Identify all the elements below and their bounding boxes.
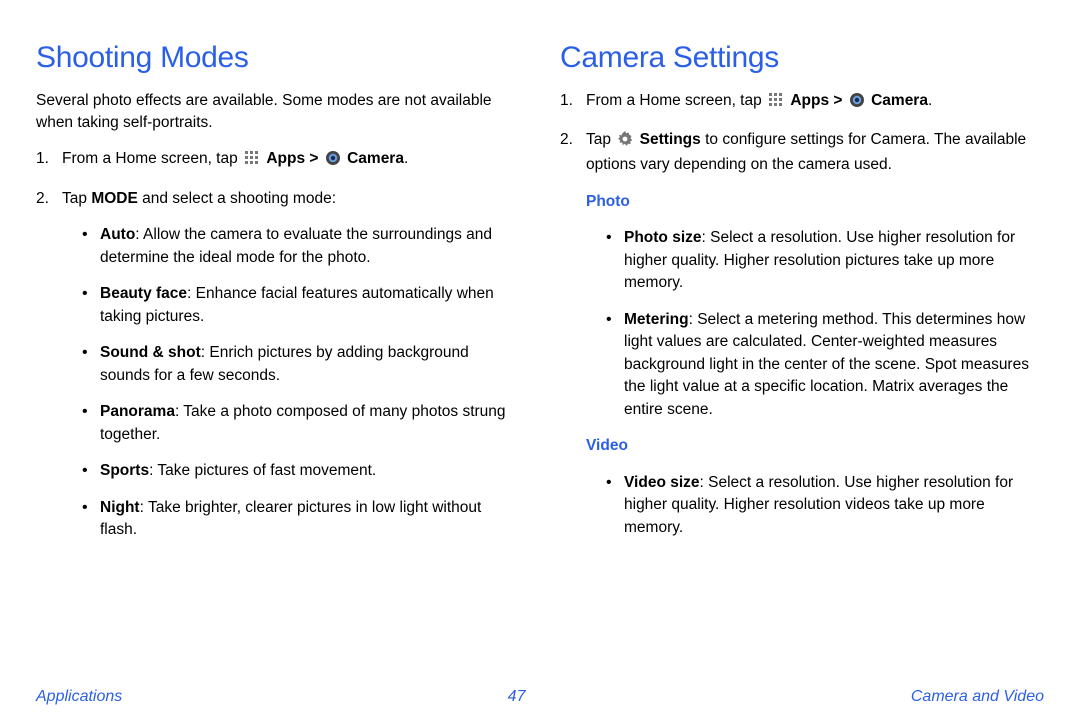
camera-label: Camera — [871, 92, 928, 109]
mode-desc: : Allow the camera to evaluate the surro… — [100, 226, 492, 265]
list-item: Auto: Allow the camera to evaluate the s… — [82, 224, 520, 269]
mode-name: Panorama — [100, 403, 175, 420]
footer-right: Camera and Video — [911, 688, 1044, 706]
mode-desc: : Take brighter, clearer pictures in low… — [100, 499, 481, 538]
intro-text: Several photo effects are available. Som… — [36, 90, 520, 135]
mode-name: Sports — [100, 462, 149, 479]
list-item: Sports: Take pictures of fast movement. — [82, 460, 520, 482]
footer: Applications 47 Camera and Video — [0, 688, 1080, 706]
item-name: Photo size — [624, 229, 702, 246]
heading-camera-settings: Camera Settings — [560, 36, 1044, 80]
step-2: Tap MODE and select a shooting mode: Aut… — [36, 188, 520, 542]
settings-label: Settings — [640, 131, 701, 148]
list-item: Photo size: Select a resolution. Use hig… — [606, 227, 1044, 294]
page-content: Shooting Modes Several photo effects are… — [0, 0, 1080, 680]
apps-grid-icon — [244, 150, 260, 173]
step1-prefix: From a Home screen, tap — [62, 150, 242, 167]
subhead-video: Video — [560, 435, 1044, 457]
list-item: Sound & shot: Enrich pictures by adding … — [82, 342, 520, 387]
camera-icon — [325, 150, 341, 173]
settings-steps: From a Home screen, tap Apps > Camera. T… — [560, 90, 1044, 177]
gt: > — [305, 150, 323, 167]
right-column: Camera Settings From a Home screen, tap … — [560, 36, 1044, 680]
steps-list: From a Home screen, tap Apps > Camera. T… — [36, 148, 520, 541]
step-1: From a Home screen, tap Apps > Camera. — [560, 90, 1044, 115]
heading-shooting-modes: Shooting Modes — [36, 36, 520, 80]
step1-prefix: From a Home screen, tap — [586, 92, 766, 109]
list-item: Metering: Select a metering method. This… — [606, 309, 1044, 421]
step2-suffix: and select a shooting mode: — [138, 190, 336, 207]
camera-label: Camera — [347, 150, 404, 167]
footer-page: 47 — [508, 688, 526, 706]
mode-name: Beauty face — [100, 285, 187, 302]
period: . — [928, 92, 932, 109]
list-item: Night: Take brighter, clearer pictures i… — [82, 497, 520, 542]
list-item: Panorama: Take a photo composed of many … — [82, 401, 520, 446]
item-name: Metering — [624, 311, 689, 328]
step2-prefix: Tap — [586, 131, 615, 148]
video-list: Video size: Select a resolution. Use hig… — [560, 472, 1044, 539]
modes-list: Auto: Allow the camera to evaluate the s… — [62, 224, 520, 541]
photo-list: Photo size: Select a resolution. Use hig… — [560, 227, 1044, 421]
subhead-photo: Photo — [560, 191, 1044, 213]
mode-desc: : Take pictures of fast movement. — [149, 462, 376, 479]
gt: > — [829, 92, 847, 109]
step-1: From a Home screen, tap Apps > Camera. — [36, 148, 520, 173]
period: . — [404, 150, 408, 167]
footer-left: Applications — [36, 688, 122, 706]
apps-grid-icon — [768, 92, 784, 115]
step2-prefix: Tap — [62, 190, 91, 207]
item-name: Video size — [624, 474, 700, 491]
list-item: Beauty face: Enhance facial features aut… — [82, 283, 520, 328]
mode-label: MODE — [91, 190, 138, 207]
gear-icon — [617, 131, 633, 154]
camera-icon — [849, 92, 865, 115]
mode-name: Auto — [100, 226, 135, 243]
mode-name: Sound & shot — [100, 344, 201, 361]
step-2: Tap Settings to configure settings for C… — [560, 129, 1044, 177]
mode-name: Night — [100, 499, 140, 516]
apps-label: Apps — [790, 92, 829, 109]
list-item: Video size: Select a resolution. Use hig… — [606, 472, 1044, 539]
apps-label: Apps — [266, 150, 305, 167]
left-column: Shooting Modes Several photo effects are… — [36, 36, 520, 680]
